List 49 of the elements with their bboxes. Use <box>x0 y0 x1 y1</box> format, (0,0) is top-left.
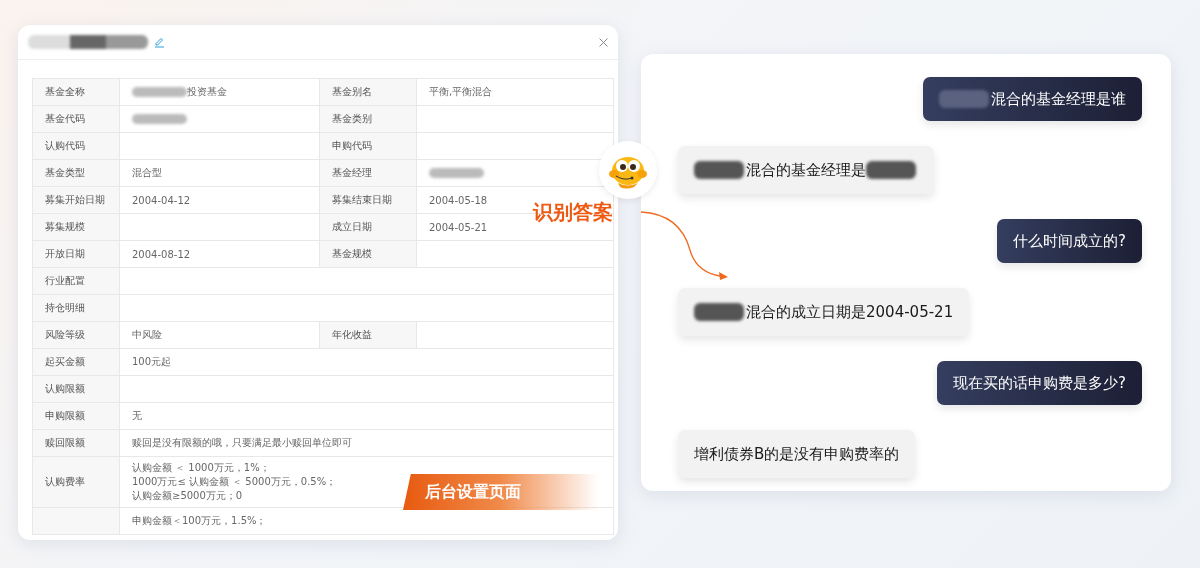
field-label: 认购代码 <box>33 133 119 159</box>
callout-label: 识别答案 <box>533 199 613 226</box>
field-label: 年化收益 <box>319 322 416 348</box>
redaction-blur <box>694 161 744 179</box>
field-value: 2004-08-12 <box>132 248 191 260</box>
close-icon[interactable] <box>599 37 608 47</box>
field-label: 赎回限额 <box>33 430 119 456</box>
field-label: 募集开始日期 <box>33 187 119 213</box>
field-value: 2004-05-18 <box>429 194 488 206</box>
field-label: 募集规模 <box>33 214 119 240</box>
field-label: 基金代码 <box>33 106 119 132</box>
field-label: 行业配置 <box>33 268 119 294</box>
field-value: 认购金额 ＜ 1000万元，1%； 1000万元≤ 认购金额 ＜ 5000万元，0.5%； 认购金额≥5000万元；0 <box>132 461 337 503</box>
field-value: 2004-05-21 <box>429 221 488 233</box>
field-label: 申购代码 <box>319 133 416 159</box>
field-value: 平衡,平衡混合 <box>429 85 493 99</box>
field-label: 成立日期 <box>319 214 416 240</box>
field-label: 基金类别 <box>319 106 416 132</box>
message-text: 什么时间成立的? <box>1013 231 1126 251</box>
field-label: 申购限额 <box>33 403 119 429</box>
field-label: 认购限额 <box>33 376 119 402</box>
message-text: 增利债券B的是没有申购费率的 <box>694 444 900 464</box>
field-value: 混合型 <box>132 166 162 180</box>
field-value: 申购金额＜100万元，1.5%； <box>132 514 267 528</box>
message-text: 混合的基金经理是谁 <box>991 89 1126 109</box>
message-text: 混合的基金经理是 <box>746 160 866 180</box>
field-label: 募集结束日期 <box>319 187 416 213</box>
redaction-blur <box>939 90 989 108</box>
field-value: 中风险 <box>132 328 162 342</box>
field-label: 风险等级 <box>33 322 119 348</box>
field-label: 起买金额 <box>33 349 119 375</box>
field-label: 基金类型 <box>33 160 119 186</box>
field-label: 基金规模 <box>319 241 416 267</box>
field-label: 基金经理 <box>319 160 416 186</box>
field-value: 无 <box>132 409 142 423</box>
field-value: 赎回是没有限额的哦，只要满足最小赎回单位即可 <box>132 436 352 450</box>
redaction-blur <box>866 161 916 179</box>
field-label: 持仓明细 <box>33 295 119 321</box>
page-label-banner: 后台设置页面 <box>403 474 598 510</box>
field-value: 2004-04-12 <box>132 194 191 206</box>
message-text: 现在买的话申购费是多少? <box>953 373 1126 393</box>
message-text: 混合的成立日期是2004-05-21 <box>746 302 954 322</box>
field-value: 投资基金 <box>187 85 227 99</box>
redaction-blur <box>694 303 744 321</box>
field-label: 认购费率 <box>33 457 119 507</box>
field-label: 开放日期 <box>33 241 119 267</box>
field-label: 基金别名 <box>319 79 416 105</box>
field-label: 基金全称 <box>33 79 119 105</box>
field-value: 100元起 <box>132 355 172 369</box>
